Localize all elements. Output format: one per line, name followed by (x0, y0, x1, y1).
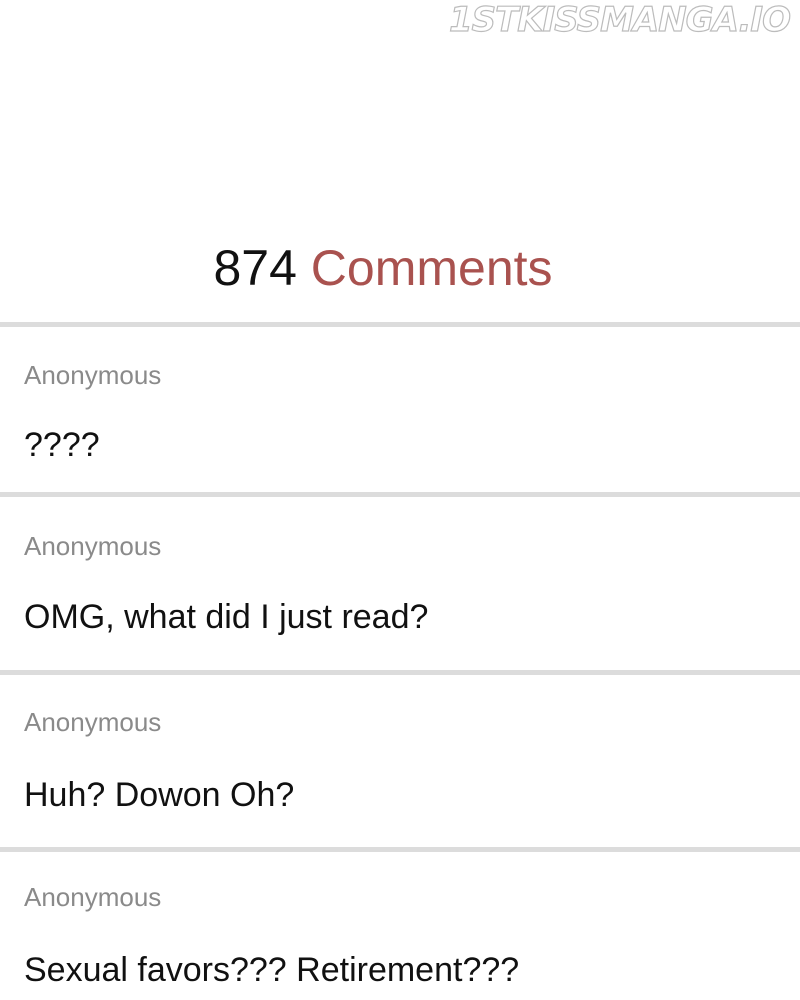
comment-item: Anonymous Huh? Dowon Oh? (0, 670, 800, 847)
site-watermark: 1STKISSMANGA.IO (448, 0, 791, 41)
comment-author: Anonymous (24, 707, 162, 737)
comment-text: Sexual favors??? Retirement??? (24, 951, 520, 989)
comment-list: Anonymous ???? Anonymous OMG, what did I… (0, 322, 800, 1000)
comment-item: Anonymous OMG, what did I just read? (0, 492, 800, 670)
comment-item: Anonymous Sexual favors??? Retirement??? (0, 847, 800, 1000)
comment-text: OMG, what did I just read? (24, 598, 429, 636)
comment-count: 874 (213, 240, 297, 296)
comments-label: Comments (310, 240, 553, 296)
comment-text: ???? (24, 426, 100, 464)
comment-author: Anonymous (24, 531, 162, 561)
comments-heading: 874 Comments (0, 238, 766, 298)
comment-item: Anonymous ???? (0, 322, 800, 492)
comment-author: Anonymous (24, 360, 162, 390)
comment-author: Anonymous (24, 882, 162, 912)
comment-text: Huh? Dowon Oh? (24, 776, 295, 814)
